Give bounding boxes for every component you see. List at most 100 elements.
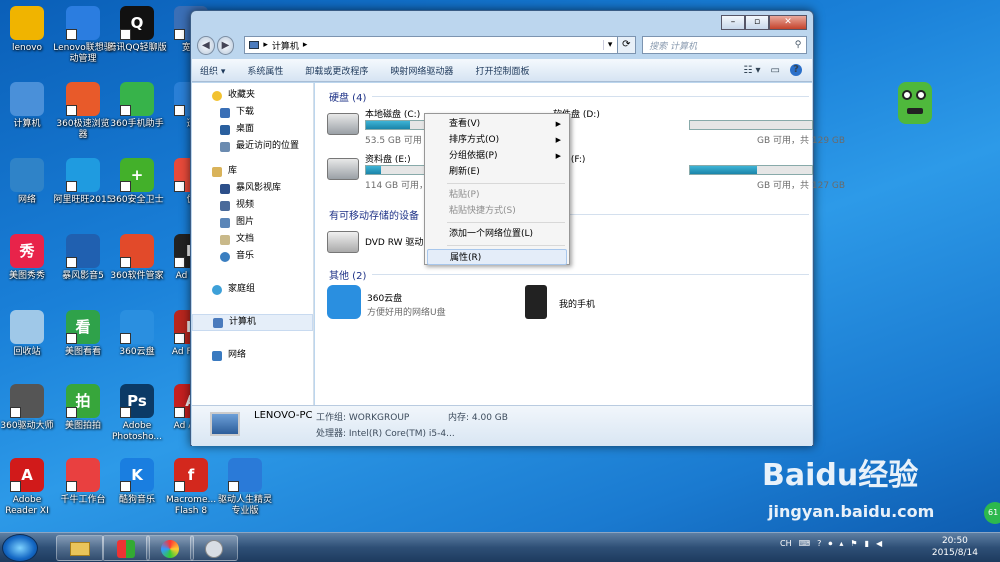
gadget-icon[interactable] xyxy=(898,82,932,124)
item-my-phone[interactable]: 我的手机 xyxy=(519,285,699,323)
computer-small-icon xyxy=(249,41,260,49)
view-options-icon[interactable]: ☷ ▾ xyxy=(743,65,760,76)
close-button[interactable]: ✕ xyxy=(769,15,807,30)
app-icon xyxy=(10,82,44,116)
desktop-icon[interactable]: 360极速浏览器 xyxy=(52,80,114,141)
nav-label: 图片 xyxy=(236,217,255,227)
section-hard-disks[interactable]: 硬盘 (4) xyxy=(329,89,809,104)
nav-storm-library[interactable]: 暴风影视库 xyxy=(192,180,313,197)
desktop-icon[interactable]: 360软件管家 xyxy=(106,232,168,282)
address-dropdown-icon[interactable]: ▾ xyxy=(602,40,617,50)
desktop-icon[interactable]: 360手机助手 xyxy=(106,80,168,130)
homegroup-icon xyxy=(212,284,222,295)
breadcrumb-chevron-icon[interactable]: ▸ xyxy=(303,40,308,50)
search-icon[interactable]: ⚲ xyxy=(790,40,806,50)
desktop-icon[interactable]: 暴风影音5 xyxy=(52,232,114,282)
drive-d[interactable]: 软件盘 (D:) GB 可用，共 129 GB xyxy=(553,107,845,151)
forward-button[interactable]: ▶ xyxy=(216,35,235,55)
menu-view[interactable]: 查看(V) ▶ xyxy=(427,116,567,132)
help-icon[interactable]: ? xyxy=(790,64,802,76)
desktop-icon[interactable]: lenovo xyxy=(0,4,58,54)
menu-group-by[interactable]: 分组依据(P) ▶ xyxy=(427,148,567,164)
microphone-icon[interactable]: ⏺ xyxy=(828,539,832,549)
volume-icon[interactable]: ◀ xyxy=(876,539,882,549)
desktop-icon[interactable]: 驱动人生精灵 专业版 xyxy=(214,456,276,517)
menu-add-network-location[interactable]: 添加一个网络位置(L) xyxy=(427,226,567,242)
system-properties-button[interactable]: 系统属性 xyxy=(247,64,283,77)
item-360-cloud[interactable]: 360云盘 方便好用的网络U盘 xyxy=(327,285,507,323)
taskbar-app-manager-button[interactable] xyxy=(102,535,150,561)
desktop-icon[interactable]: 网络 xyxy=(0,156,58,206)
taskbar-paint-button[interactable] xyxy=(190,535,238,561)
app-icon xyxy=(66,6,100,40)
desktop-icon[interactable]: 看美图看看 xyxy=(52,308,114,358)
nav-recent-places[interactable]: 最近访问的位置 xyxy=(192,138,313,155)
desktop-icon[interactable]: A Adobe Reader XI xyxy=(0,456,58,517)
ime-indicator[interactable]: CH xyxy=(780,539,792,549)
nav-desktop[interactable]: 桌面 xyxy=(192,121,313,138)
desktop-icon[interactable]: K 酷狗音乐 xyxy=(106,456,168,506)
address-bar[interactable]: ▸ 计算机 ▸ ▾ xyxy=(244,36,618,54)
nav-computer[interactable]: 计算机 xyxy=(192,314,313,331)
desktop-icon[interactable]: Lenovo联想驱动管理 xyxy=(52,4,114,65)
network-tray-icon[interactable]: ▮ xyxy=(865,539,869,549)
drive-f[interactable]: 盘 (F:) GB 可用，共 127 GB xyxy=(559,152,845,196)
breadcrumb[interactable]: 计算机 xyxy=(272,39,299,52)
menu-properties[interactable]: 属性(R) xyxy=(427,249,567,265)
nav-videos[interactable]: 视频 xyxy=(192,197,313,214)
menu-refresh[interactable]: 刷新(E) xyxy=(427,164,567,180)
start-button[interactable] xyxy=(2,534,38,562)
computer-icon xyxy=(213,317,223,328)
back-button[interactable]: ◀ xyxy=(197,35,215,55)
cloud-icon xyxy=(327,285,361,319)
desktop-icon[interactable]: 360驱动大师 xyxy=(0,382,58,432)
desktop-icon[interactable]: 计算机 xyxy=(0,80,58,130)
nav-favorites[interactable]: 收藏夹 xyxy=(192,87,313,104)
menu-separator xyxy=(447,245,565,246)
desktop-icon-label: 360驱动大师 xyxy=(0,421,54,431)
nav-pictures[interactable]: 图片 xyxy=(192,214,313,231)
nav-libraries[interactable]: 库 xyxy=(192,163,313,180)
organize-button[interactable]: 组织 ▾ xyxy=(200,64,225,77)
keyboard-icon[interactable]: ⌨ xyxy=(799,539,811,549)
minimize-button[interactable]: – xyxy=(721,15,745,30)
help-tray-icon[interactable]: ? xyxy=(817,539,821,549)
drive-usage-fill xyxy=(366,166,381,174)
flag-icon[interactable]: ⚑ xyxy=(850,539,857,549)
section-other[interactable]: 其他 (2) xyxy=(329,267,809,282)
desktop-icon[interactable]: Q 腾讯QQ轻聊版 xyxy=(106,4,168,54)
desktop-icon[interactable]: 秀美图秀秀 xyxy=(0,232,58,282)
nav-network[interactable]: 网络 xyxy=(192,347,313,364)
tray-expand-icon[interactable]: ▴ xyxy=(839,539,843,549)
computer-large-icon xyxy=(210,412,240,436)
open-control-panel-button[interactable]: 打开控制面板 xyxy=(475,64,529,77)
recent-places-icon xyxy=(220,141,230,152)
search-input[interactable]: 搜索 计算机 ⚲ xyxy=(642,36,807,54)
desktop-icon[interactable]: 拍美图拍拍 xyxy=(52,382,114,432)
maximize-button[interactable]: ▫ xyxy=(745,15,769,30)
nav-homegroup[interactable]: 家庭组 xyxy=(192,281,313,298)
desktop-icon[interactable]: 阿里旺旺2015 xyxy=(52,156,114,206)
desktop-icon[interactable]: 千牛工作台 xyxy=(52,456,114,506)
menu-paste-shortcut[interactable]: 粘贴快捷方式(S) xyxy=(427,203,567,219)
drive-info: 114 GB 可用， xyxy=(365,181,429,191)
taskbar-explorer-button[interactable] xyxy=(56,535,104,561)
desktop-icon[interactable]: 回收站 xyxy=(0,308,58,358)
map-network-drive-button[interactable]: 映射网络驱动器 xyxy=(390,64,453,77)
preview-pane-icon[interactable]: ▭ xyxy=(771,65,780,76)
taskbar-browser-button[interactable] xyxy=(146,535,194,561)
notification-badge[interactable]: 61 xyxy=(984,502,1000,524)
desktop-icon[interactable]: f Macrome... Flash 8 xyxy=(160,456,222,517)
nav-downloads[interactable]: 下载 xyxy=(192,104,313,121)
desktop-icon[interactable]: +360安全卫士 xyxy=(106,156,168,206)
refresh-icon[interactable]: ⟳ xyxy=(617,36,637,54)
desktop-icon[interactable]: Ps Adobe Photosho... xyxy=(106,382,168,443)
clock[interactable]: 20:50 2015/8/14 xyxy=(932,535,978,559)
uninstall-program-button[interactable]: 卸载或更改程序 xyxy=(305,64,368,77)
menu-sort-by[interactable]: 排序方式(O) ▶ xyxy=(427,132,567,148)
menu-paste[interactable]: 粘贴(P) xyxy=(427,187,567,203)
nav-music[interactable]: 音乐 xyxy=(192,248,313,265)
desktop-icon[interactable]: 360云盘 xyxy=(106,308,168,358)
nav-documents[interactable]: 文档 xyxy=(192,231,313,248)
section-title: 其他 (2) xyxy=(329,271,367,282)
